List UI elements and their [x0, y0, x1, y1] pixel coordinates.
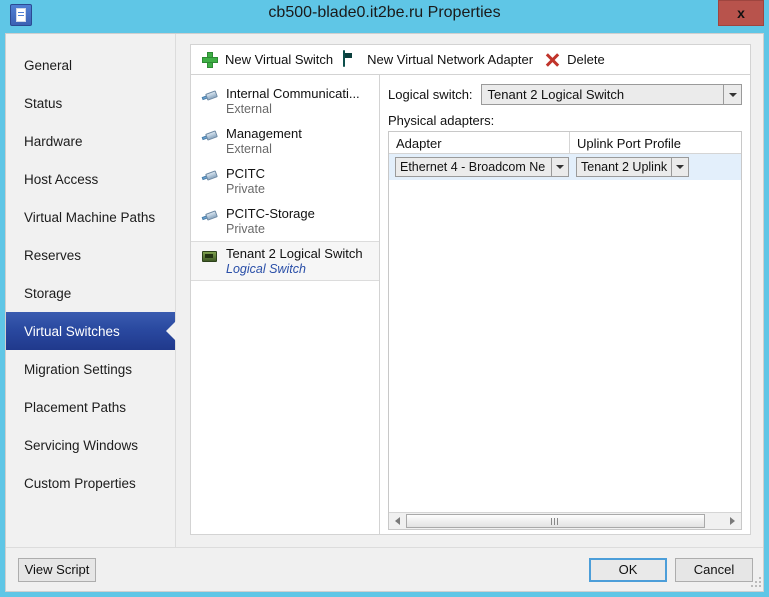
- switch-detail-pane: Logical switch: Tenant 2 Logical Switch …: [380, 75, 750, 534]
- sidebar-item-label: Placement Paths: [24, 399, 127, 415]
- sidebar-item-label: Virtual Machine Paths: [24, 209, 156, 225]
- selection-chevron-icon: [166, 321, 176, 341]
- list-item[interactable]: Internal Communicati... External: [191, 81, 379, 121]
- scrollbar-track[interactable]: [406, 513, 724, 529]
- new-virtual-switch-label: New Virtual Switch: [225, 52, 334, 67]
- sidebar-item-label: Status: [24, 95, 63, 111]
- switch-name: PCITC-Storage: [226, 206, 315, 221]
- virtual-switch-list[interactable]: Internal Communicati... External Managem…: [191, 75, 380, 534]
- delete-button[interactable]: Delete: [541, 49, 613, 71]
- logical-switch-value: Tenant 2 Logical Switch: [487, 87, 625, 102]
- content-area: New Virtual Switch New Virtual Network A…: [176, 34, 763, 547]
- sidebar-item-servicing-windows[interactable]: Servicing Windows: [6, 426, 175, 464]
- sidebar-item-label: Reserves: [24, 247, 82, 263]
- adapter-value: Ethernet 4 - Broadcom Ne: [400, 160, 546, 174]
- logical-switch-label: Logical switch:: [388, 87, 473, 102]
- dialog-body: General Status Hardware Host Access Virt…: [5, 33, 764, 592]
- close-button[interactable]: x: [718, 0, 764, 26]
- switch-type: Private: [226, 222, 265, 236]
- sidebar-item-host-access[interactable]: Host Access: [6, 160, 175, 198]
- sidebar-item-virtual-switches[interactable]: Virtual Switches: [6, 312, 176, 350]
- scroll-right-arrow-icon[interactable]: [724, 513, 741, 529]
- table-body: Ethernet 4 - Broadcom Ne Tenant 2 Uplink: [389, 154, 741, 512]
- list-item[interactable]: Management External: [191, 121, 379, 161]
- switch-name: Management: [226, 126, 302, 141]
- new-virtual-network-adapter-button[interactable]: New Virtual Network Adapter: [341, 49, 541, 71]
- sidebar-item-label: Storage: [24, 285, 72, 301]
- sidebar-item-label: Migration Settings: [24, 361, 133, 377]
- sidebar-item-migration-settings[interactable]: Migration Settings: [6, 350, 175, 388]
- network-cable-icon: [201, 126, 218, 156]
- chevron-down-icon[interactable]: [671, 158, 688, 176]
- logical-switch-icon: [201, 246, 218, 276]
- list-item[interactable]: PCITC Private: [191, 161, 379, 201]
- panel-split: Internal Communicati... External Managem…: [191, 75, 750, 534]
- column-header-adapter[interactable]: Adapter: [389, 132, 570, 153]
- sidebar-item-storage[interactable]: Storage: [6, 274, 175, 312]
- logical-switch-row: Logical switch: Tenant 2 Logical Switch: [388, 84, 742, 105]
- chevron-down-icon[interactable]: [723, 85, 741, 104]
- horizontal-scrollbar[interactable]: [389, 512, 741, 529]
- column-header-uplink-port-profile[interactable]: Uplink Port Profile: [570, 132, 741, 153]
- switch-type: Private: [226, 182, 265, 196]
- scrollbar-thumb[interactable]: [406, 514, 705, 528]
- physical-adapters-label: Physical adapters:: [388, 113, 495, 128]
- uplink-port-profile-dropdown[interactable]: Tenant 2 Uplink: [576, 157, 689, 177]
- switch-type: External: [226, 142, 272, 156]
- new-virtual-switch-button[interactable]: New Virtual Switch: [199, 49, 341, 71]
- delete-x-icon: [543, 51, 561, 69]
- sidebar-item-reserves[interactable]: Reserves: [6, 236, 175, 274]
- sidebar-item-general[interactable]: General: [6, 46, 175, 84]
- table-header: Adapter Uplink Port Profile: [389, 132, 741, 154]
- sidebar-item-virtual-machine-paths[interactable]: Virtual Machine Paths: [6, 198, 175, 236]
- settings-sidebar: General Status Hardware Host Access Virt…: [6, 34, 176, 547]
- switch-name: Internal Communicati...: [226, 86, 360, 101]
- sidebar-item-placement-paths[interactable]: Placement Paths: [6, 388, 175, 426]
- scrollbar-grip-icon: [551, 517, 560, 525]
- uplink-value: Tenant 2 Uplink: [581, 160, 668, 174]
- plus-icon: [201, 51, 219, 69]
- virtual-switches-panel: New Virtual Switch New Virtual Network A…: [190, 44, 751, 535]
- network-cable-icon: [201, 166, 218, 196]
- sidebar-item-label: Servicing Windows: [24, 437, 139, 453]
- network-cable-icon: [201, 206, 218, 236]
- cancel-button[interactable]: Cancel: [675, 557, 753, 582]
- title-bar: cb500-blade0.it2be.ru Properties x: [5, 0, 764, 33]
- logical-switch-dropdown[interactable]: Tenant 2 Logical Switch: [480, 84, 742, 105]
- sidebar-item-label: Host Access: [24, 171, 99, 187]
- sidebar-item-status[interactable]: Status: [6, 84, 175, 122]
- new-virtual-network-adapter-label: New Virtual Network Adapter: [367, 52, 534, 67]
- sidebar-item-label: General: [24, 57, 73, 73]
- table-row[interactable]: Ethernet 4 - Broadcom Ne Tenant 2 Uplink: [389, 154, 741, 180]
- chevron-down-icon[interactable]: [551, 158, 568, 176]
- delete-label: Delete: [567, 52, 605, 67]
- window-title: cb500-blade0.it2be.ru Properties: [268, 4, 501, 21]
- switch-name: PCITC: [226, 166, 265, 181]
- sidebar-item-hardware[interactable]: Hardware: [6, 122, 175, 160]
- ok-button[interactable]: OK: [589, 557, 667, 582]
- switch-type: Logical Switch: [226, 262, 306, 276]
- dialog-main: General Status Hardware Host Access Virt…: [6, 34, 763, 547]
- list-item[interactable]: PCITC-Storage Private: [191, 201, 379, 241]
- physical-adapters-table: Adapter Uplink Port Profile Ethernet 4 -…: [388, 131, 742, 530]
- properties-window: cb500-blade0.it2be.ru Properties x Gener…: [0, 0, 769, 597]
- sidebar-item-label: Virtual Switches: [24, 323, 120, 339]
- adapter-dropdown[interactable]: Ethernet 4 - Broadcom Ne: [395, 157, 569, 177]
- panel-toolbar: New Virtual Switch New Virtual Network A…: [191, 45, 750, 75]
- dialog-footer: View Script OK Cancel: [6, 547, 763, 591]
- scroll-left-arrow-icon[interactable]: [389, 513, 406, 529]
- resize-grip-icon[interactable]: [749, 577, 761, 589]
- sidebar-item-label: Custom Properties: [24, 475, 136, 491]
- sidebar-item-custom-properties[interactable]: Custom Properties: [6, 464, 175, 502]
- network-adapter-icon: [343, 49, 361, 69]
- network-cable-icon: [201, 86, 218, 116]
- view-script-button[interactable]: View Script: [18, 557, 96, 582]
- switch-name: Tenant 2 Logical Switch: [226, 246, 363, 261]
- switch-type: External: [226, 102, 272, 116]
- list-item-selected[interactable]: Tenant 2 Logical Switch Logical Switch: [191, 241, 379, 281]
- sidebar-item-label: Hardware: [24, 133, 83, 149]
